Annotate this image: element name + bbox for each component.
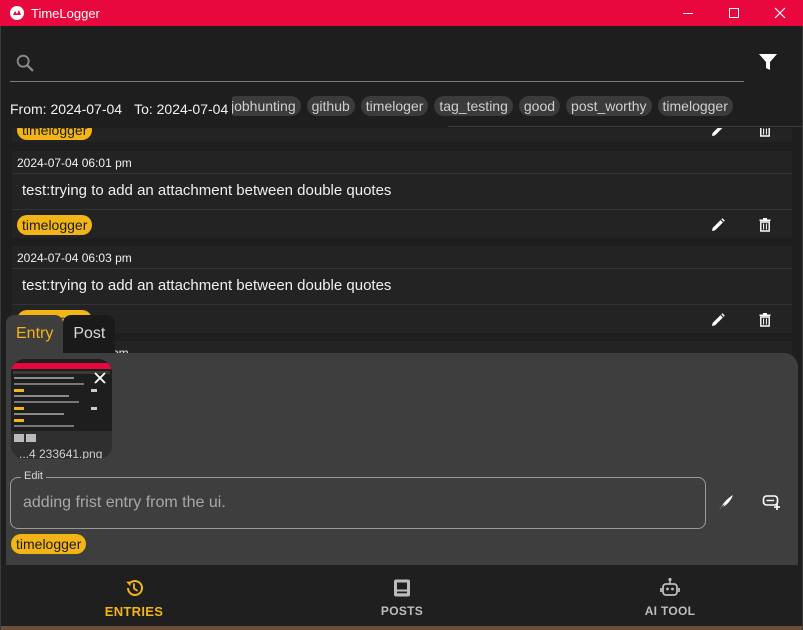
search-icon bbox=[14, 52, 36, 79]
maximize-icon bbox=[729, 8, 739, 18]
filter-icon bbox=[759, 54, 777, 70]
tag-chip[interactable]: jobhunting bbox=[232, 96, 301, 116]
entry-timestamp: 2024-07-04 06:03 pm bbox=[17, 251, 132, 265]
remove-attachment-button[interactable] bbox=[93, 371, 107, 385]
compose-panel: ...4 233641.png Edit adding frist entry … bbox=[6, 353, 798, 565]
edit-icon bbox=[712, 128, 723, 136]
nav-label: AI TOOL bbox=[644, 604, 696, 618]
nav-item-entries[interactable]: ENTRIES bbox=[0, 565, 268, 630]
nav-item-ai-tool[interactable]: AI TOOL bbox=[536, 565, 803, 630]
search-bar bbox=[10, 42, 744, 82]
nav-item-posts[interactable]: POSTS bbox=[268, 565, 536, 630]
delete-icon bbox=[759, 218, 771, 232]
divider bbox=[12, 268, 792, 269]
edit-entry-button[interactable] bbox=[708, 310, 728, 330]
window-title: TimeLogger bbox=[31, 5, 100, 21]
edit-field-label: Edit bbox=[21, 470, 46, 482]
robot-icon bbox=[659, 577, 681, 599]
filter-button[interactable] bbox=[756, 50, 780, 74]
tab-entry[interactable]: Entry bbox=[6, 315, 64, 353]
date-to[interactable]: To: 2024-07-04 bbox=[134, 101, 228, 117]
compose-tabs: Entry Post bbox=[6, 315, 116, 353]
posts-icon bbox=[391, 577, 413, 599]
divider bbox=[12, 173, 792, 174]
tab-post[interactable]: Post bbox=[63, 315, 116, 353]
tag-chip[interactable]: github bbox=[306, 96, 355, 116]
nav-label: ENTRIES bbox=[104, 604, 164, 619]
bottom-nav: ENTRIES POSTS AI TOOL bbox=[0, 565, 803, 630]
tag-chip[interactable]: post_worthy bbox=[566, 96, 652, 116]
entry-timestamp: 2024-07-04 06:01 pm bbox=[17, 156, 132, 170]
minimize-button[interactable] bbox=[665, 0, 711, 26]
delete-entry-button[interactable] bbox=[755, 128, 775, 140]
close-icon bbox=[94, 372, 106, 384]
edit-icon bbox=[712, 218, 725, 231]
nav-label: POSTS bbox=[380, 604, 424, 618]
quill-button[interactable] bbox=[716, 493, 736, 518]
entry-text: test:trying to add an attachment between… bbox=[22, 277, 392, 294]
edit-field-value[interactable]: adding frist entry from the ui. bbox=[23, 494, 226, 512]
search-input[interactable] bbox=[44, 48, 734, 76]
entry-card[interactable]: 2024-07-04 06:01 pm test:trying to add a… bbox=[12, 151, 792, 238]
history-icon bbox=[123, 577, 145, 599]
delete-icon bbox=[759, 313, 771, 327]
tag-chip[interactable]: tag_testing bbox=[434, 96, 513, 116]
date-from[interactable]: From: 2024-07-04 bbox=[10, 101, 122, 117]
compose-tag[interactable]: timelogger bbox=[11, 534, 87, 554]
edit-icon bbox=[712, 313, 725, 326]
close-icon bbox=[774, 7, 786, 19]
delete-entry-button[interactable] bbox=[755, 310, 775, 330]
divider bbox=[12, 304, 792, 305]
add-comment-button[interactable] bbox=[762, 493, 782, 518]
entry-tag[interactable]: timelogger bbox=[17, 128, 93, 140]
divider bbox=[448, 126, 803, 127]
tag-chip[interactable]: good bbox=[518, 96, 561, 116]
attachment-filename: ...4 233641.png bbox=[19, 447, 103, 459]
entry-text: test:trying to add an attachment between… bbox=[22, 182, 392, 199]
entry-tag[interactable]: timelogger bbox=[17, 215, 93, 235]
app-logo-icon bbox=[9, 5, 25, 21]
edit-field[interactable]: Edit adding frist entry from the ui. bbox=[10, 470, 706, 529]
close-button[interactable] bbox=[757, 0, 803, 26]
delete-entry-button[interactable] bbox=[755, 215, 775, 235]
taskbar-strip bbox=[0, 626, 803, 630]
quill-icon bbox=[719, 495, 733, 511]
tag-filter-chips: jobhunting github timeloger tag_testing good… bbox=[232, 96, 802, 120]
entry-list[interactable]: timelogger 2024-07-04 06:01 pm test:tryi… bbox=[0, 128, 803, 364]
entry-card[interactable]: 2024-07-04 06:03 pm test:trying to add a… bbox=[12, 246, 792, 333]
tag-chip[interactable]: timelogger bbox=[657, 96, 733, 116]
delete-icon bbox=[760, 128, 770, 137]
title-bar: TimeLogger bbox=[0, 0, 803, 26]
maximize-button[interactable] bbox=[711, 0, 757, 26]
edit-entry-button[interactable] bbox=[708, 215, 728, 235]
attachment-preview[interactable]: ...4 233641.png bbox=[11, 359, 112, 459]
date-range[interactable]: From: 2024-07-04 To: 2024-07-04 bbox=[10, 101, 228, 117]
entry-card: timelogger bbox=[12, 128, 792, 142]
divider bbox=[12, 209, 792, 210]
edit-entry-button[interactable] bbox=[708, 128, 728, 140]
tag-chip[interactable]: timeloger bbox=[360, 96, 429, 116]
minimize-icon bbox=[683, 13, 693, 14]
add-comment-icon bbox=[762, 495, 780, 510]
